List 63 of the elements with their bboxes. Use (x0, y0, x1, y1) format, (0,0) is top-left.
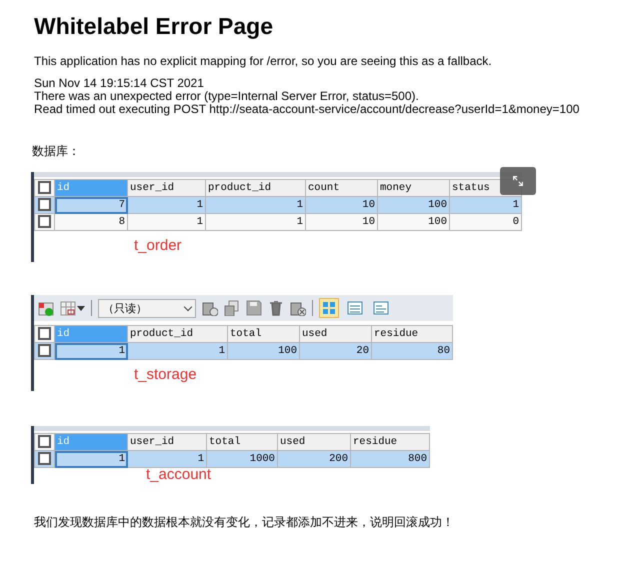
table-cell: 200 (278, 450, 350, 468)
table-cell: 10 (306, 196, 378, 214)
table-cell: 100 (378, 214, 450, 230)
error-message: This application has no explicit mapping for /error, so you are seeing this as a fallback. (34, 54, 493, 69)
table-caption: t_order (134, 237, 183, 254)
column-header[interactable]: user_id (128, 180, 206, 196)
conclusion-text: 我们发现数据库中的数据根本就没有变化，记录都添加不进来，说明回滚成功！ (34, 514, 455, 531)
column-header[interactable]: total (206, 434, 278, 450)
column-header[interactable]: used (300, 326, 372, 342)
section-label: 数据库： (32, 143, 81, 160)
column-header[interactable]: used (278, 434, 350, 450)
table-cell: 1 (128, 196, 206, 214)
column-header[interactable]: product_id (206, 180, 306, 196)
page-title: Whitelabel Error Page (34, 12, 274, 40)
error-detail: Sun Nov 14 19:15:14 CST 2021 (34, 77, 205, 90)
table-cell: 10 (306, 214, 378, 230)
error-detail: Read timed out executing POST http://seata-account-service/account/decrease?userId=1&money=100 (34, 103, 580, 116)
table-cell: 1 (450, 196, 522, 214)
grid-icon[interactable] (60, 300, 76, 316)
view-toggle[interactable] (319, 298, 339, 318)
table-cell: 1 (54, 342, 128, 360)
save-icon[interactable] (246, 300, 262, 316)
column-header[interactable]: residue (372, 326, 452, 342)
table-cell: 1000 (206, 450, 278, 468)
column-header[interactable]: count (306, 180, 378, 196)
column-header[interactable]: money (378, 180, 450, 196)
table-cell: 1 (128, 342, 228, 360)
table-cell: 100 (228, 342, 300, 360)
column-header[interactable]: user_id (128, 434, 206, 450)
mode-dropdown[interactable]: （只读） (98, 298, 196, 318)
table-cell: 1 (128, 214, 206, 230)
error-detail: There was an unexpected error (type=Internal Server Error, status=500). (34, 90, 420, 103)
column-header[interactable]: residue (350, 434, 430, 450)
table-cell: 1 (206, 196, 306, 214)
row-checkbox[interactable] (38, 452, 51, 466)
add-row-icon[interactable] (38, 300, 54, 316)
table-caption: t_account (146, 466, 212, 483)
table-cell: 1 (128, 450, 206, 468)
select-all-checkbox[interactable] (38, 181, 51, 194)
paste-icon[interactable] (224, 300, 240, 316)
select-all-checkbox[interactable] (38, 435, 51, 448)
table-cell: 100 (378, 196, 450, 214)
select-all-checkbox[interactable] (38, 327, 51, 340)
row-checkbox[interactable] (38, 215, 51, 228)
table-cell: 80 (372, 342, 452, 360)
table-cell: 20 (300, 342, 372, 360)
table-cell: 1 (54, 450, 128, 468)
caret-icon[interactable] (77, 306, 85, 310)
table-caption: t_storage (134, 366, 198, 383)
clear-icon[interactable] (290, 300, 306, 316)
column-header[interactable]: total (228, 326, 300, 342)
table-cell: 1 (206, 214, 306, 230)
row-checkbox[interactable] (38, 198, 51, 212)
fullscreen-button[interactable] (500, 167, 536, 195)
table-cell: 0 (450, 214, 522, 230)
table-cell: 7 (54, 196, 128, 214)
trash-icon[interactable] (268, 300, 284, 316)
copy-row-icon[interactable] (202, 300, 218, 316)
row-checkbox[interactable] (38, 344, 51, 358)
column-header[interactable]: product_id (128, 326, 228, 342)
table-cell: 8 (54, 214, 128, 230)
expand-icon (511, 174, 525, 188)
table-cell: 800 (350, 450, 430, 468)
